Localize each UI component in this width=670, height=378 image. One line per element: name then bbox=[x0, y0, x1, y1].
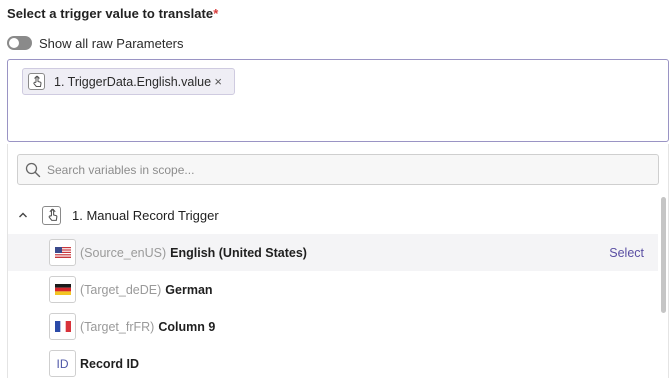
selected-variable-chip[interactable]: 1. TriggerData.English.value × bbox=[22, 68, 235, 95]
raw-parameters-toggle-row: Show all raw Parameters bbox=[7, 35, 184, 51]
trigger-hand-icon bbox=[42, 205, 61, 225]
variable-name: English (United States) bbox=[170, 245, 307, 260]
variables-dropdown: 1. Manual Record Trigger (Source_enUS) E… bbox=[7, 144, 669, 378]
variable-row-record-id[interactable]: ID Record ID bbox=[8, 345, 658, 378]
variable-id: (Target_frFR) bbox=[80, 319, 155, 334]
variable-id: (Target_deDE) bbox=[80, 282, 162, 297]
trigger-value-field[interactable]: 1. TriggerData.English.value × bbox=[7, 59, 669, 142]
chevron-up-icon[interactable] bbox=[17, 209, 29, 221]
dropdown-scrollbar[interactable] bbox=[661, 197, 666, 313]
variable-row-target-dede[interactable]: (Target_deDE) German bbox=[8, 271, 658, 308]
group-label: 1. Manual Record Trigger bbox=[72, 207, 219, 223]
us-flag-icon bbox=[49, 239, 76, 266]
field-label: Select a trigger value to translate* bbox=[7, 6, 218, 21]
variable-name: Record ID bbox=[80, 356, 140, 371]
search-icon bbox=[25, 162, 41, 177]
required-mark: * bbox=[213, 6, 219, 21]
field-label-text: Select a trigger value to translate bbox=[7, 6, 214, 21]
search-input[interactable] bbox=[47, 162, 607, 177]
id-icon: ID bbox=[49, 350, 76, 377]
id-icon-text: ID bbox=[56, 356, 69, 371]
variable-row-target-frfr[interactable]: (Target_frFR) Column 9 bbox=[8, 308, 658, 345]
variable-id: (Source_enUS) bbox=[80, 245, 167, 260]
group-manual-record-trigger[interactable]: 1. Manual Record Trigger bbox=[8, 200, 658, 230]
raw-parameters-toggle[interactable] bbox=[7, 36, 32, 50]
fr-flag-icon bbox=[49, 313, 76, 340]
chip-label: 1. TriggerData.English.value bbox=[54, 74, 212, 89]
variable-name: German bbox=[165, 282, 213, 297]
toggle-knob bbox=[9, 38, 19, 48]
de-flag-icon bbox=[49, 276, 76, 303]
toggle-label: Show all raw Parameters bbox=[39, 35, 184, 51]
variable-row-source-enus[interactable]: (Source_enUS) English (United States) Se… bbox=[8, 234, 658, 271]
variable-name: Column 9 bbox=[158, 319, 216, 334]
close-icon[interactable]: × bbox=[214, 74, 222, 90]
select-button[interactable]: Select bbox=[609, 246, 644, 260]
trigger-hand-icon bbox=[28, 73, 45, 90]
search-box bbox=[17, 154, 659, 185]
